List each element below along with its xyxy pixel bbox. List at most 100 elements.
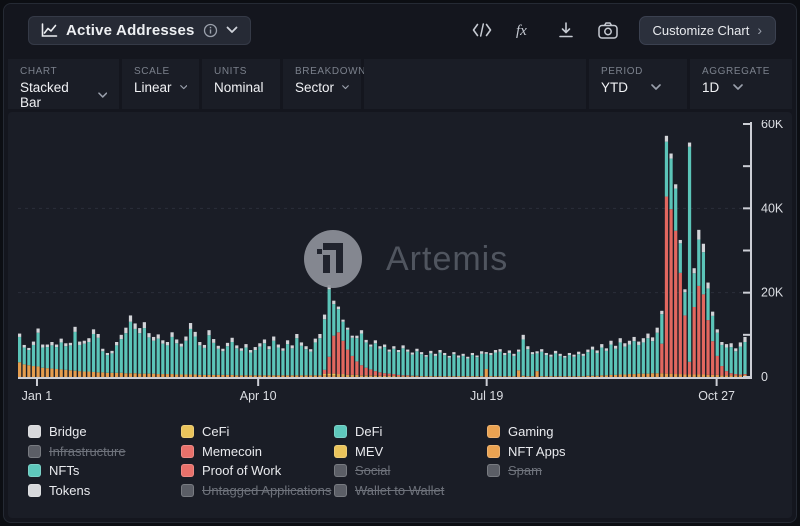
legend-item[interactable]: NFT Apps <box>487 444 640 459</box>
bar[interactable] <box>646 334 649 377</box>
bar[interactable] <box>314 339 317 377</box>
bar[interactable] <box>669 154 672 377</box>
bar[interactable] <box>697 230 700 377</box>
bar[interactable] <box>231 338 234 377</box>
bar[interactable] <box>318 334 321 377</box>
bar[interactable] <box>115 342 118 377</box>
bar[interactable] <box>263 339 266 377</box>
download-icon[interactable] <box>555 19 577 41</box>
bar[interactable] <box>23 345 26 377</box>
bar[interactable] <box>401 345 404 377</box>
bar[interactable] <box>194 332 197 377</box>
bar[interactable] <box>702 244 705 377</box>
bar[interactable] <box>157 334 160 377</box>
bar[interactable] <box>406 350 409 377</box>
bar[interactable] <box>235 345 238 377</box>
legend-item[interactable]: Proof of Work <box>181 463 334 478</box>
bar[interactable] <box>508 350 511 377</box>
bar[interactable] <box>711 312 714 377</box>
bar[interactable] <box>480 351 483 377</box>
info-icon[interactable] <box>203 23 218 38</box>
bar[interactable] <box>198 342 201 377</box>
bar[interactable] <box>106 353 109 377</box>
bar[interactable] <box>475 356 478 378</box>
bar[interactable] <box>64 343 67 377</box>
bar[interactable] <box>258 343 261 377</box>
bar[interactable] <box>203 345 206 377</box>
bar[interactable] <box>549 355 552 377</box>
bar[interactable] <box>134 323 137 377</box>
bar[interactable] <box>443 353 446 377</box>
bar[interactable] <box>291 345 294 377</box>
bar[interactable] <box>254 347 257 377</box>
bar[interactable] <box>605 348 608 377</box>
bar[interactable] <box>596 350 599 377</box>
bar[interactable] <box>637 342 640 377</box>
bar[interactable] <box>184 337 187 377</box>
bar[interactable] <box>360 330 363 377</box>
bar[interactable] <box>540 349 543 377</box>
bar[interactable] <box>60 339 63 377</box>
bar[interactable] <box>328 285 331 377</box>
bar[interactable] <box>92 329 95 377</box>
legend-item[interactable]: Gaming <box>487 424 640 439</box>
bar[interactable] <box>41 345 44 377</box>
control-scale[interactable]: SCALE Linear <box>122 59 199 109</box>
bar[interactable] <box>143 322 146 377</box>
bar[interactable] <box>309 349 312 377</box>
bar[interactable] <box>392 346 395 377</box>
control-aggregate[interactable]: AGGREGATE 1D <box>690 59 792 109</box>
bar[interactable] <box>582 354 585 377</box>
control-units[interactable]: UNITS Nominal <box>202 59 280 109</box>
bar[interactable] <box>448 356 451 377</box>
control-breakdown[interactable]: BREAKDOWN Sector <box>283 59 361 109</box>
bar[interactable] <box>217 346 220 377</box>
bar[interactable] <box>87 338 90 377</box>
bar[interactable] <box>730 343 733 377</box>
bar[interactable] <box>110 351 113 377</box>
bar[interactable] <box>665 136 668 377</box>
control-period[interactable]: PERIOD YTD <box>589 59 687 109</box>
bar[interactable] <box>568 353 571 377</box>
embed-code-icon[interactable] <box>471 19 493 41</box>
bar[interactable] <box>388 350 391 377</box>
bar[interactable] <box>46 345 49 377</box>
bar[interactable] <box>425 355 428 377</box>
bar[interactable] <box>674 184 677 377</box>
bar[interactable] <box>166 342 169 377</box>
bar[interactable] <box>522 335 525 377</box>
bar[interactable] <box>152 337 155 377</box>
bar[interactable] <box>240 348 243 377</box>
bar[interactable] <box>531 352 534 377</box>
bar[interactable] <box>688 143 691 377</box>
bar[interactable] <box>462 354 465 377</box>
metric-selector[interactable]: Active Addresses <box>28 16 251 45</box>
bar[interactable] <box>272 337 275 377</box>
bar[interactable] <box>642 338 645 377</box>
formula-icon[interactable]: fx <box>513 19 535 41</box>
bar[interactable] <box>572 355 575 377</box>
legend-item[interactable]: Bridge <box>28 424 181 439</box>
bar[interactable] <box>545 353 548 377</box>
bar[interactable] <box>337 307 340 377</box>
legend-item[interactable]: MEV <box>334 444 487 459</box>
bar[interactable] <box>651 337 654 377</box>
legend-item[interactable]: DeFi <box>334 424 487 439</box>
bar[interactable] <box>614 346 617 377</box>
stacked-bar-chart[interactable]: Jan 1Apr 10Jul 19Oct 27020K40K60K <box>18 120 796 420</box>
bar[interactable] <box>212 339 215 377</box>
bar[interactable] <box>221 349 224 377</box>
bar[interactable] <box>535 351 538 377</box>
bar[interactable] <box>716 329 719 377</box>
bar[interactable] <box>485 352 488 377</box>
bar[interactable] <box>429 351 432 377</box>
bar[interactable] <box>660 311 663 377</box>
bar[interactable] <box>743 337 746 377</box>
bar[interactable] <box>83 341 86 377</box>
bar[interactable] <box>244 344 247 377</box>
bar[interactable] <box>679 240 682 377</box>
bar[interactable] <box>138 328 141 377</box>
bar[interactable] <box>706 283 709 377</box>
bar[interactable] <box>175 339 178 377</box>
bar[interactable] <box>457 356 460 378</box>
